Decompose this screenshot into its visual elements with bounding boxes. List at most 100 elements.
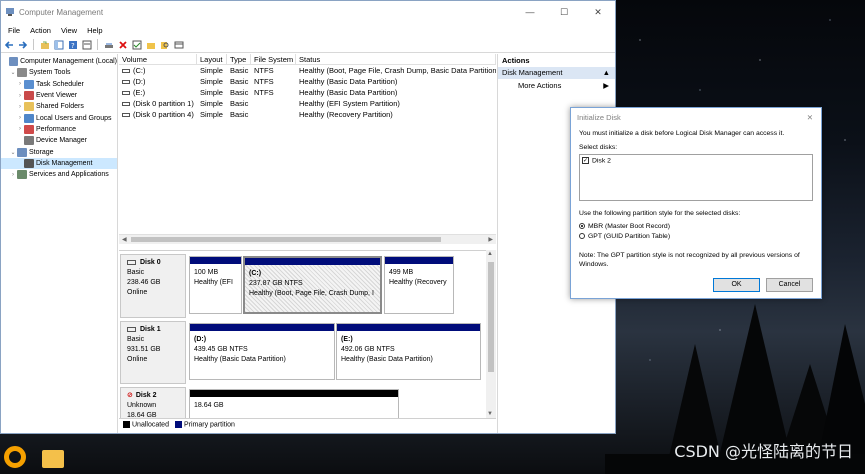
volume-name-cell: (E:) [119,87,197,98]
expanded-icon[interactable]: ⌄ [9,149,17,156]
collapsed-icon[interactable]: › [16,93,24,99]
collapsed-icon[interactable]: › [16,115,24,121]
scroll-right-icon[interactable]: ▶ [488,236,493,243]
column-header-file-system[interactable]: File System [251,54,296,64]
collapsed-icon[interactable]: › [9,172,17,178]
show-hide-tree-icon[interactable] [53,39,64,50]
column-header-type[interactable]: Type [227,54,251,64]
tree-item-label: Computer Management (Local) [20,58,117,66]
minimize-button[interactable]: — [513,1,547,23]
volume-cell: Healthy (Boot, Page File, Crash Dump, Ba… [299,66,496,75]
volume-row[interactable]: (D:) Simple Basic NTFS Healthy (Basic Data P… [119,76,496,87]
collapsed-icon[interactable]: › [16,81,24,87]
search-icon[interactable] [159,39,170,50]
horizontal-scrollbar[interactable]: ◀ ▶ [119,234,496,244]
collapsed-icon[interactable]: › [16,126,24,132]
volume-cell: Simple [200,99,223,108]
volume-cell: Simple [200,88,223,97]
volume-row[interactable]: (Disk 0 partition 1) Simple Basic Healthy (… [119,98,496,109]
scroll-left-icon[interactable]: ◀ [122,236,127,243]
forward-icon[interactable] [17,39,28,50]
disk-1-e-partition[interactable]: (E:) 492.06 GB NTFS Healthy (Basic Data … [336,323,481,380]
scrollbar-thumb[interactable] [131,237,441,242]
column-header-status[interactable]: Status [296,54,496,64]
help-icon[interactable]: ? [67,39,78,50]
column-header-volume[interactable]: Volume [119,54,197,64]
disk-2-label[interactable]: ⊘ Disk 2 Unknown 18.64 GB [120,387,186,419]
mbr-option[interactable]: MBR (Master Boot Record) [579,223,813,230]
legend-unallocated: Unallocated [123,420,169,428]
folder-icon[interactable] [145,39,156,50]
volume-row[interactable]: (Disk 0 partition 4) Simple Basic Healthy (… [119,109,496,120]
gpt-radio[interactable] [579,233,585,240]
menu-bar: File Action View Help [1,23,615,37]
back-icon[interactable] [3,39,14,50]
tree-item[interactable]: › Event Viewer [1,90,117,101]
tree-item[interactable]: › Task Scheduler [1,79,117,90]
disk-map: Disk 0 Basic 238.46 GB Online 100 MB Hea… [119,250,486,419]
menu-help[interactable]: Help [82,26,107,35]
tree-item[interactable]: ⌄ System Tools [1,67,117,78]
disk-2-unallocated[interactable]: 18.64 GB [189,389,399,419]
disk-0-c-partition[interactable]: (C:) 237.87 GB NTFS Healthy (Boot, Page … [243,256,382,314]
properties-icon[interactable] [81,39,92,50]
disk-map-scrollbar[interactable]: ▲ ▼ [486,250,496,418]
scrollbar-thumb[interactable] [488,262,494,372]
close-button[interactable]: ✕ [581,1,615,23]
disk-1-d-partition[interactable]: (D:) 439.45 GB NTFS Healthy (Basic Data … [189,323,335,380]
tree-item[interactable]: › Services and Applications [1,169,117,180]
up-folder-icon[interactable] [39,39,50,50]
window-title: Computer Management [19,7,104,17]
tree-item[interactable]: › Local Users and Groups [1,112,117,123]
tree-item-label: Local Users and Groups [36,114,112,122]
taskbar [0,440,120,474]
disk-2-checkbox[interactable]: ✓ [582,157,589,164]
scroll-up-icon[interactable]: ▲ [487,251,493,257]
menu-file[interactable]: File [3,26,25,35]
more-actions[interactable]: More Actions ▶ [498,79,615,92]
delete-icon[interactable] [117,39,128,50]
toolbar: ? [1,37,615,53]
volume-icon [122,91,130,96]
tree-item[interactable]: Computer Management (Local) [1,56,117,67]
check-icon[interactable] [131,39,142,50]
menu-view[interactable]: View [56,26,82,35]
disk-0-label[interactable]: Disk 0 Basic 238.46 GB Online [120,254,186,318]
volume-row[interactable]: (E:) Simple Basic NTFS Healthy (Basic Data P… [119,87,496,98]
view-icon[interactable] [173,39,184,50]
disk-1-label[interactable]: Disk 1 Basic 931.51 GB Online [120,321,186,384]
column-header-layout[interactable]: Layout [197,54,227,64]
connect-icon[interactable] [103,39,114,50]
svg-text:?: ? [71,42,75,50]
volume-cell: Simple [200,66,223,75]
device-icon [24,136,34,146]
collapsed-icon[interactable]: › [16,104,24,110]
volume-icon [122,113,130,118]
dialog-close-icon[interactable]: ✕ [807,108,813,127]
tree-item[interactable]: › Shared Folders [1,101,117,112]
disk-0-efi-partition[interactable]: 100 MB Healthy (EFI [189,256,242,314]
expanded-icon[interactable]: ⌄ [9,69,17,76]
disk-0-recovery-partition[interactable]: 499 MB Healthy (Recovery [384,256,454,314]
disk-2-item[interactable]: Disk 2 [592,157,611,164]
maximize-button[interactable]: ☐ [547,1,581,23]
console-tree: Computer Management (Local) ⌄ System Tools… [1,54,118,433]
tree-item[interactable]: Device Manager [1,135,117,146]
tree-item[interactable]: › Performance [1,124,117,135]
volume-row[interactable]: (C:) Simple Basic NTFS Healthy (Boot, Page F… [119,65,496,76]
tree-item[interactable]: ⌄ Storage [1,146,117,157]
cancel-button[interactable]: Cancel [766,278,813,292]
disk-listbox[interactable]: ✓ Disk 2 [579,154,813,201]
app-ring-icon[interactable] [4,446,26,468]
mbr-radio[interactable] [579,223,585,230]
disk-management-pane: Volume Layout Type File System Status (C… [119,54,496,433]
tree-item-label: Disk Management [36,159,93,167]
menu-action[interactable]: Action [25,26,56,35]
volume-icon [122,80,130,85]
gpt-option[interactable]: GPT (GUID Partition Table) [579,233,813,240]
ok-button[interactable]: OK [713,278,760,292]
tree-item[interactable]: Disk Management [1,157,117,169]
scroll-down-icon[interactable]: ▼ [487,411,493,417]
actions-section-disk-management[interactable]: Disk Management ▲ [498,67,615,79]
folder-icon[interactable] [42,450,64,468]
